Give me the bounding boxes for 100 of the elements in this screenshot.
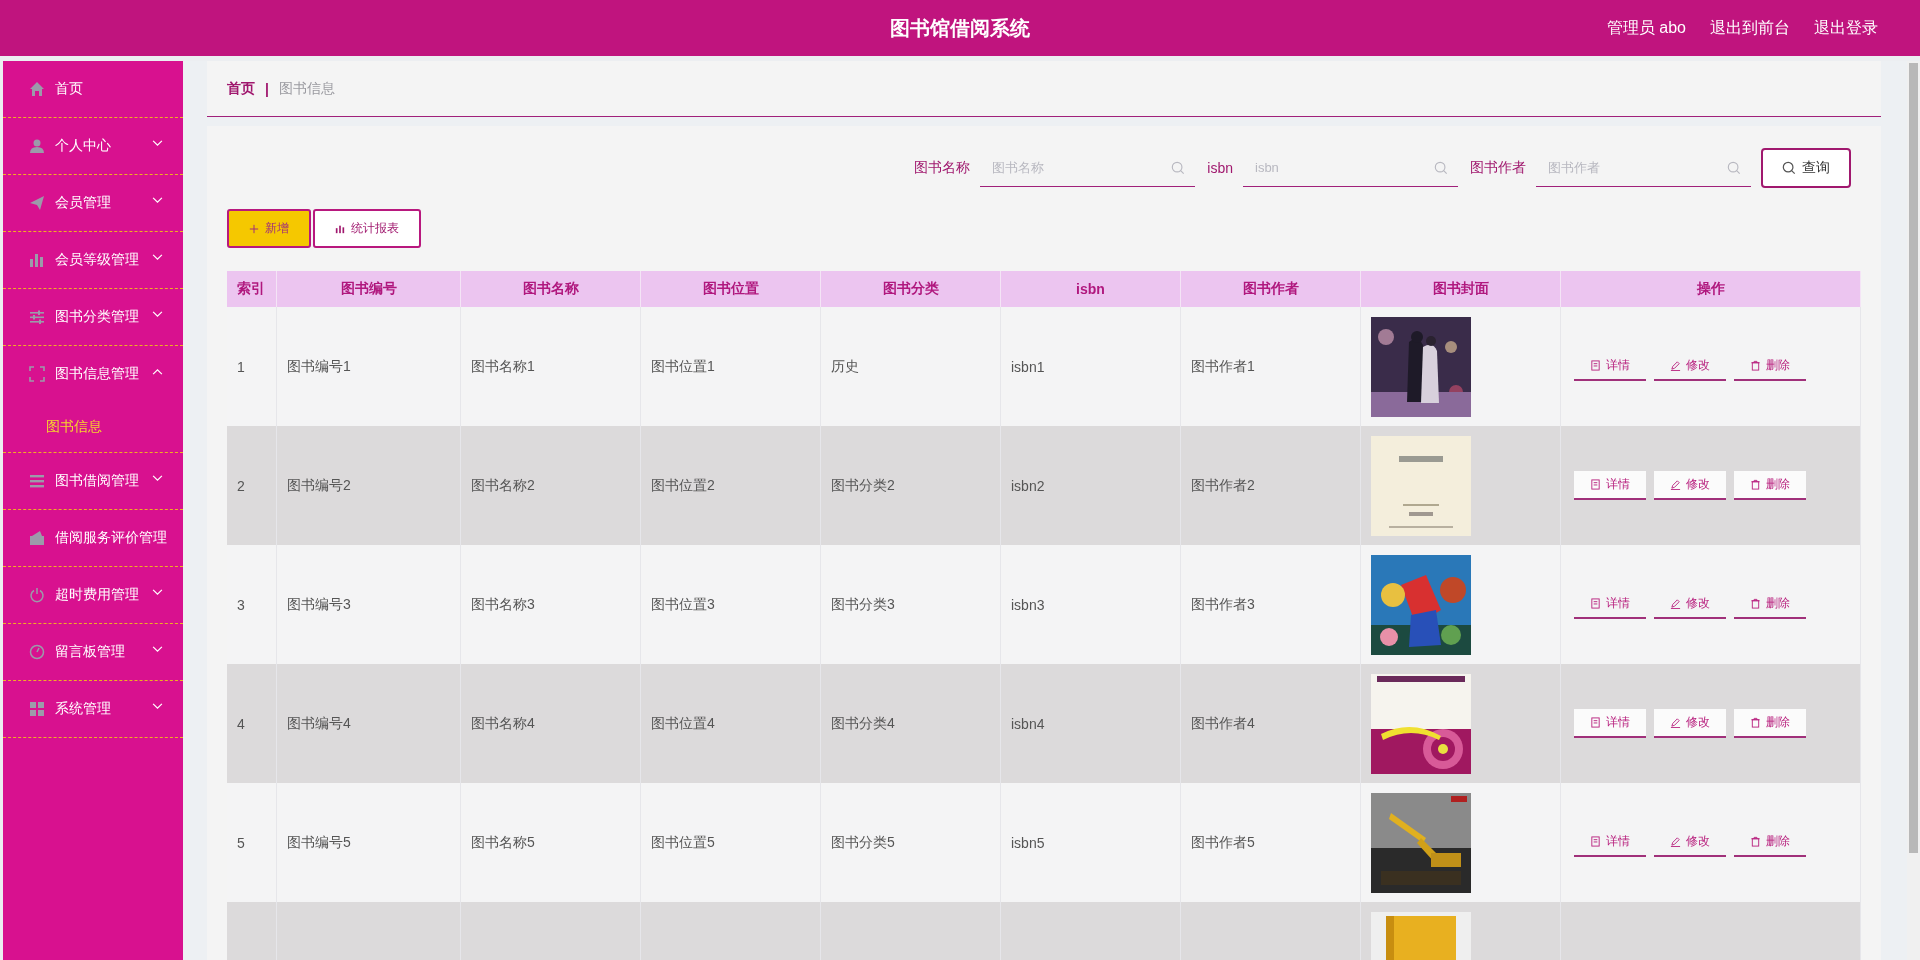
table-cell: 图书位置1 [651, 357, 715, 376]
sidebar-item[interactable]: 会员管理 [3, 175, 183, 231]
sidebar-item[interactable]: 首页 [3, 61, 183, 117]
table-cell: 图书位置3 [651, 595, 715, 614]
edit-button[interactable]: 修改 [1654, 471, 1726, 500]
table-cell: 图书名称4 [471, 714, 535, 733]
edit-button[interactable]: 修改 [1654, 590, 1726, 619]
header-link[interactable]: 退出到前台 [1710, 17, 1790, 39]
table-cell: 图书编号5 [287, 833, 351, 852]
table-cell: 图书作者2 [1191, 476, 1255, 495]
search-field[interactable]: 图书作者 [1536, 149, 1751, 187]
table-cell: 图书名称5 [471, 833, 535, 852]
table-cell: 图书分类2 [831, 476, 895, 495]
search-field[interactable]: 图书名称 [980, 149, 1196, 187]
bar-chart-icon [29, 252, 45, 268]
table-cell: isbn4 [1011, 715, 1045, 732]
sidebar-item[interactable]: 个人中心 [3, 118, 183, 174]
document-icon [1590, 836, 1601, 847]
user-icon [29, 138, 45, 154]
grid-icon [29, 701, 45, 717]
sidebar-item[interactable]: 留言板管理 [3, 624, 183, 680]
search-icon [1171, 161, 1186, 175]
sidebar-item[interactable]: 图书分类管理 [3, 289, 183, 345]
sidebar-item[interactable]: 借阅服务评价管理 [3, 510, 183, 566]
header-link[interactable]: 退出登录 [1814, 17, 1878, 39]
table-cell: 图书作者5 [1191, 833, 1255, 852]
pencil-icon [1670, 479, 1681, 490]
pencil-icon [1670, 836, 1681, 847]
breadcrumb-link[interactable]: 首页 [227, 79, 255, 98]
table-cell: isbn1 [1011, 358, 1045, 375]
scrollbar[interactable] [1907, 61, 1920, 960]
table-cell: isbn3 [1011, 596, 1045, 613]
bar-chart-icon [335, 223, 345, 234]
sliders-icon [29, 309, 45, 325]
search-button[interactable]: 查询 [1761, 148, 1851, 188]
edit-button[interactable]: 修改 [1654, 828, 1726, 857]
breadcrumb-separator: | [265, 80, 269, 97]
document-icon [1590, 479, 1601, 490]
table-cell: 3 [237, 596, 245, 613]
delete-button[interactable]: 删除 [1734, 709, 1806, 738]
table-cell: 图书作者4 [1191, 714, 1255, 733]
document-icon [1590, 717, 1601, 728]
sidebar-item[interactable]: 超时费用管理 [3, 567, 183, 623]
details-button[interactable]: 详情 [1574, 590, 1646, 619]
table-cell: 历史 [831, 357, 859, 376]
add-button[interactable]: 新增 [227, 209, 311, 248]
table-cell: 图书作者3 [1191, 595, 1255, 614]
sidebar-item[interactable]: 系统管理 [3, 681, 183, 737]
search-icon [1782, 161, 1796, 175]
sidebar-item[interactable]: 会员等级管理 [3, 232, 183, 288]
document-icon [1590, 360, 1601, 371]
table-cell: isbn2 [1011, 477, 1045, 494]
report-button[interactable]: 统计报表 [313, 209, 421, 248]
pencil-icon [1670, 360, 1681, 371]
trash-icon [1750, 836, 1761, 847]
trash-icon [1750, 360, 1761, 371]
app-title: 图书馆借阅系统 [890, 15, 1030, 41]
breadcrumb-current: 图书信息 [278, 79, 335, 98]
admin-user: 管理员 abo [1606, 17, 1686, 38]
dial-icon [29, 644, 45, 660]
search-label: 图书名称 [914, 159, 971, 177]
sidebar-item[interactable]: 图书借阅管理 [3, 453, 183, 509]
table-cell: 图书编号2 [287, 476, 351, 495]
table-cell: 4 [237, 715, 245, 732]
delete-button[interactable]: 删除 [1734, 590, 1806, 619]
table-cell: 图书分类3 [831, 595, 895, 614]
details-button[interactable]: 详情 [1574, 828, 1646, 857]
power-icon [29, 587, 45, 603]
table-cell: 5 [237, 834, 245, 851]
delete-button[interactable]: 删除 [1734, 352, 1806, 381]
table-cell: 图书位置2 [651, 476, 715, 495]
home-icon [29, 81, 45, 97]
table-cell: 图书名称1 [471, 357, 535, 376]
frame-icon [29, 366, 45, 382]
table-cell: 图书作者1 [1191, 357, 1255, 376]
table-cell: isbn5 [1011, 834, 1045, 851]
search-field[interactable]: isbn [1243, 149, 1458, 187]
details-button[interactable]: 详情 [1574, 352, 1646, 381]
table-cell: 图书编号4 [287, 714, 351, 733]
table-cell: 图书分类5 [831, 833, 895, 852]
table-cell: 2 [237, 477, 245, 494]
details-button[interactable]: 详情 [1574, 471, 1646, 500]
edit-button[interactable]: 修改 [1654, 709, 1726, 738]
paper-plane-icon [29, 195, 45, 211]
edit-button[interactable]: 修改 [1654, 352, 1726, 381]
table-cell: 图书位置4 [651, 714, 715, 733]
plus-icon [249, 223, 259, 234]
table-cell: 图书位置5 [651, 833, 715, 852]
trash-icon [1750, 717, 1761, 728]
table-cell: 图书编号1 [287, 357, 351, 376]
table-cell: 图书分类4 [831, 714, 895, 733]
sidebar-subitem[interactable]: 图书信息 [3, 402, 183, 452]
details-button[interactable]: 详情 [1574, 709, 1646, 738]
pencil-icon [1670, 717, 1681, 728]
trash-icon [1750, 479, 1761, 490]
delete-button[interactable]: 删除 [1734, 828, 1806, 857]
delete-button[interactable]: 删除 [1734, 471, 1806, 500]
sidebar-item[interactable]: 图书信息管理 [3, 346, 183, 402]
table-cell: 图书名称3 [471, 595, 535, 614]
list-icon [29, 473, 45, 489]
